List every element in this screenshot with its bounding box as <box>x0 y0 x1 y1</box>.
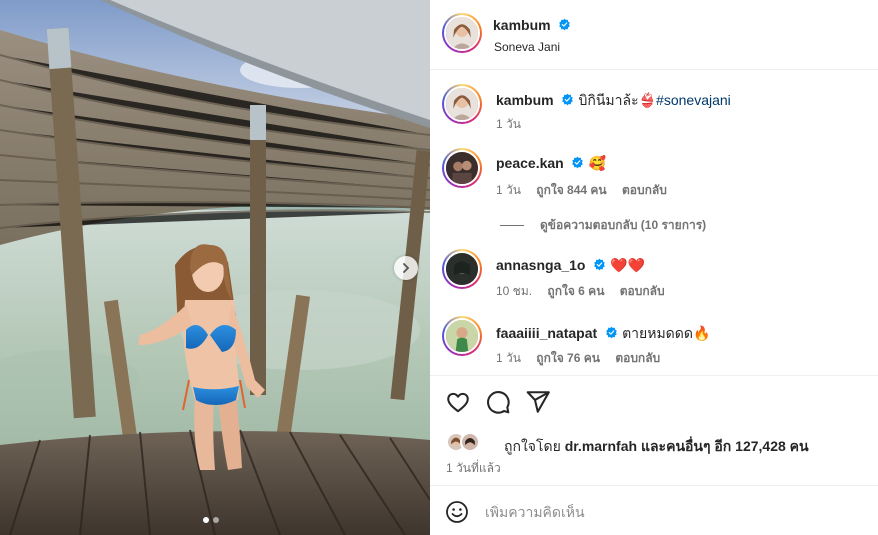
post-photo[interactable] <box>0 0 430 535</box>
emoji-button[interactable] <box>445 500 469 524</box>
comment-time: 10 ชม. <box>496 284 533 298</box>
carousel-dot <box>213 517 219 523</box>
divider <box>430 485 878 486</box>
comment-text: 🥰 <box>588 155 607 171</box>
comment-likes[interactable]: ถูกใจ 76 คน <box>536 351 600 365</box>
liker-avatar[interactable] <box>460 432 480 452</box>
carousel-next-button[interactable] <box>394 256 418 280</box>
likes-prefix: ถูกใจโดย <box>504 438 561 454</box>
comment-username[interactable]: faaaiiii_natapat <box>496 325 597 341</box>
reply-button[interactable]: ตอบกลับ <box>622 183 667 197</box>
comment-text: ตายหมดดด🔥 <box>622 325 711 341</box>
like-button[interactable] <box>445 389 471 415</box>
comment-avatar[interactable] <box>442 148 482 188</box>
comment-avatar[interactable] <box>442 249 482 289</box>
carousel-indicator <box>203 517 219 523</box>
reply-button[interactable]: ตอบกลับ <box>620 284 665 298</box>
verified-badge-icon <box>562 93 573 106</box>
author-avatar[interactable] <box>442 13 482 53</box>
header-username[interactable]: kambum <box>493 17 551 33</box>
heart-icon <box>447 392 469 413</box>
emoji-icon <box>446 501 468 523</box>
chevron-right-icon <box>403 263 410 273</box>
comment-icon <box>487 391 510 414</box>
likes-summary: ถูกใจโดย dr.marnfah และคนอื่นๆ อีก 127,4… <box>504 436 809 458</box>
comment-line: faaaiiii_natapat ตายหมดดด🔥 <box>496 323 710 345</box>
comment-input[interactable] <box>485 504 825 520</box>
caption-time: 1 วัน <box>496 117 521 131</box>
share-button[interactable] <box>525 389 551 415</box>
beach-photo-image <box>0 0 430 535</box>
comment-line: peace.kan 🥰 <box>496 155 606 173</box>
replies-divider-line <box>500 225 524 226</box>
likes-others[interactable]: และคนอื่นๆ อีก 127,428 คน <box>641 438 809 454</box>
comment-meta: 1 วัน ถูกใจ 76 คน ตอบกลับ <box>496 349 672 368</box>
share-icon <box>526 391 550 413</box>
divider <box>430 375 878 376</box>
comment-avatar[interactable] <box>442 316 482 356</box>
comment-username[interactable]: peace.kan <box>496 155 564 171</box>
comment-line: annasnga_1o ❤️❤️ <box>496 257 645 275</box>
caption-hashtag[interactable]: #sonevajani <box>656 92 731 108</box>
reply-button[interactable]: ตอบกลับ <box>615 351 660 365</box>
verified-badge-icon <box>594 258 605 271</box>
comment-time: 1 วัน <box>496 351 521 365</box>
verified-badge-icon <box>572 156 583 169</box>
caption-avatar[interactable] <box>442 84 482 124</box>
comment-meta: 10 ชม. ถูกใจ 6 คน ตอบกลับ <box>496 282 677 301</box>
comment-time: 1 วัน <box>496 183 521 197</box>
caption-line: kambum บิกินีมาล้ะ👙#sonevajani <box>496 90 866 112</box>
comment-button[interactable] <box>485 389 511 415</box>
header-location[interactable]: Soneva Jani <box>494 40 560 54</box>
verified-badge-icon <box>605 326 617 339</box>
comment-likes[interactable]: ถูกใจ 844 คน <box>536 183 606 197</box>
view-replies-label: ดูข้อความตอบกลับ (10 รายการ) <box>540 218 707 232</box>
caption-username[interactable]: kambum <box>496 92 554 108</box>
post-time[interactable]: 1 วันที่แล้ว <box>446 459 501 478</box>
verified-badge-icon <box>559 18 570 31</box>
caption-text: บิกินีมาล้ะ👙 <box>578 92 657 108</box>
likes-user[interactable]: dr.marnfah <box>565 438 637 454</box>
comment-username[interactable]: annasnga_1o <box>496 257 585 273</box>
post-detail-panel: kambum Soneva Jani kambum บิกินีมาล้ะ👙#s… <box>430 0 878 535</box>
comment-likes[interactable]: ถูกใจ 6 คน <box>547 284 604 298</box>
divider <box>430 69 878 70</box>
comment-text: ❤️❤️ <box>610 257 646 273</box>
view-replies-button[interactable]: ดูข้อความตอบกลับ (10 รายการ) <box>500 216 706 235</box>
comment-meta: 1 วัน ถูกใจ 844 คน ตอบกลับ <box>496 181 679 200</box>
carousel-dot-active <box>203 517 209 523</box>
